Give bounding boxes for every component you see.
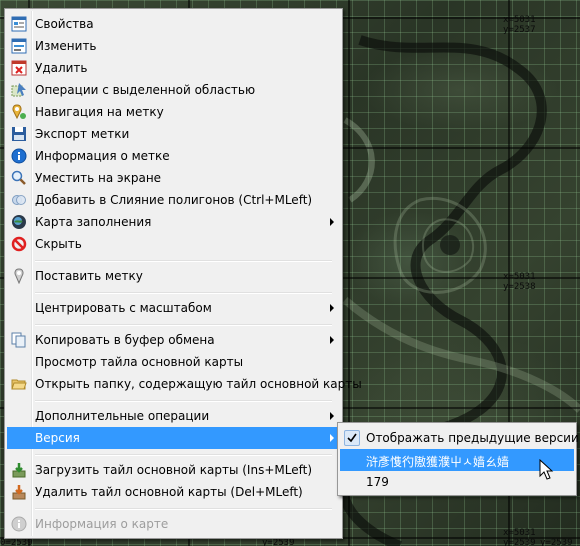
submenu-item-label: Отображать предыдущие версии xyxy=(366,431,579,445)
menu-item-version[interactable]: Версия xyxy=(7,427,340,449)
menu-item-hide[interactable]: Скрыть xyxy=(7,233,340,255)
menu-item-label: Информация о карте xyxy=(35,517,169,531)
menu-item-label: Просмотр тайла основной карты xyxy=(35,355,244,369)
download-icon xyxy=(11,462,27,478)
edit-icon xyxy=(11,38,27,54)
menu-item-label: Изменить xyxy=(35,39,97,53)
menu-item-label: Информация о метке xyxy=(35,149,170,163)
save-icon xyxy=(11,126,27,142)
submenu-arrow-icon xyxy=(330,434,334,442)
fill-map-icon xyxy=(11,214,27,230)
menu-item-properties[interactable]: Свойства xyxy=(7,13,340,35)
menu-item-fill-map[interactable]: Карта заполнения xyxy=(7,211,340,233)
menu-item-label: Навигация на метку xyxy=(35,105,164,119)
context-menu: Свойства Изменить Удалить Операции с выд… xyxy=(4,8,362,539)
folder-icon xyxy=(11,376,27,392)
submenu-arrow-icon xyxy=(330,218,334,226)
map-coord-label: x=5031 y=2537 xyxy=(503,15,536,35)
menu-item-add-to-merge[interactable]: Добавить в Слияние полигонов (Ctrl+MLeft… xyxy=(7,189,340,211)
menu-item-label: Экспорт метки xyxy=(35,127,130,141)
menu-separator xyxy=(35,292,332,294)
map-coord-label: y=2539 xyxy=(262,538,295,546)
properties-icon xyxy=(11,16,27,32)
map-coord-label: x=5031 y=2538 xyxy=(503,272,536,292)
zoom-fit-icon xyxy=(11,170,27,186)
mouse-cursor-icon xyxy=(539,459,554,480)
menu-separator xyxy=(35,508,332,510)
menu-item-label: Центрировать с масштабом xyxy=(35,301,212,315)
menu-item-delete[interactable]: Удалить xyxy=(7,57,340,79)
menu-item-label: Карта заполнения xyxy=(35,215,152,229)
submenu-arrow-icon xyxy=(330,412,334,420)
menu-item-label: Удалить тайл основной карты (Del+MLeft) xyxy=(35,485,303,499)
menu-separator xyxy=(35,400,332,402)
hide-icon xyxy=(11,236,27,252)
menu-item-fit-to-screen[interactable]: Уместить на экране xyxy=(7,167,340,189)
submenu-item-label: 179 xyxy=(366,475,389,489)
map-coord-label: y=2539 xyxy=(540,538,573,546)
menu-item-place-marker[interactable]: Поставить метку xyxy=(7,265,340,287)
submenu-arrow-icon xyxy=(330,304,334,312)
copy-icon xyxy=(11,332,27,348)
menu-item-navigate-to-marker[interactable]: Навигация на метку xyxy=(7,101,340,123)
menu-item-label: Дополнительные операции xyxy=(35,409,210,423)
menu-item-export-marker[interactable]: Экспорт метки xyxy=(7,123,340,145)
menu-item-view-tile[interactable]: Просмотр тайла основной карты xyxy=(7,351,340,373)
menu-item-selection-operations[interactable]: Операции с выделенной областью xyxy=(7,79,340,101)
info-icon xyxy=(11,148,27,164)
menu-separator xyxy=(35,260,332,262)
menu-item-label: Открыть папку, содержащую тайл основной … xyxy=(35,377,362,391)
menu-item-label: Свойства xyxy=(35,17,94,31)
menu-item-label: Удалить xyxy=(35,61,88,75)
place-marker-icon xyxy=(11,268,27,285)
menu-item-map-info[interactable]: Информация о карте xyxy=(7,513,340,535)
menu-item-open-tile-folder[interactable]: Открыть папку, содержащую тайл основной … xyxy=(7,373,362,395)
menu-item-additional-operations[interactable]: Дополнительные операции xyxy=(7,405,340,427)
menu-item-label: Копировать в буфер обмена xyxy=(35,333,215,347)
menu-item-center-with-zoom[interactable]: Центрировать с масштабом xyxy=(7,297,340,319)
menu-separator xyxy=(35,454,332,456)
menu-item-download-tile[interactable]: Загрузить тайл основной карты (Ins+MLeft… xyxy=(7,459,340,481)
menu-item-label: Версия xyxy=(35,431,80,445)
menu-separator xyxy=(35,324,332,326)
menu-item-label: Операции с выделенной областью xyxy=(35,83,256,97)
menu-item-label: Добавить в Слияние полигонов (Ctrl+MLeft… xyxy=(35,193,313,207)
menu-item-copy-to-clipboard[interactable]: Копировать в буфер обмена xyxy=(7,329,340,351)
map-coord-label: x=5031 y=2539 xyxy=(503,528,536,546)
navigate-marker-icon xyxy=(11,104,27,120)
menu-item-marker-info[interactable]: Информация о метке xyxy=(7,145,340,167)
menu-item-delete-tile[interactable]: Удалить тайл основной карты (Del+MLeft) xyxy=(7,481,340,503)
menu-item-label: Поставить метку xyxy=(35,269,143,283)
submenu-item-show-previous-versions[interactable]: Отображать предыдущие версии xyxy=(340,427,579,449)
selection-icon xyxy=(11,82,27,98)
menu-item-label: Уместить на экране xyxy=(35,171,162,185)
menu-item-label: Скрыть xyxy=(35,237,82,251)
submenu-item-label: 浒彥愯彴隞獲濮屮ㅅ嫱ㄠ嫱 xyxy=(366,455,510,469)
map-coord-label: 0=2539 xyxy=(0,538,33,546)
menu-item-label: Загрузить тайл основной карты (Ins+MLeft… xyxy=(35,463,312,477)
delete-icon xyxy=(11,60,27,76)
submenu-arrow-icon xyxy=(330,336,334,344)
checkmark-icon xyxy=(344,430,360,446)
merge-polygons-icon xyxy=(11,192,27,208)
delete-tile-icon xyxy=(11,484,27,500)
map-info-icon xyxy=(11,516,27,532)
menu-item-edit[interactable]: Изменить xyxy=(7,35,340,57)
